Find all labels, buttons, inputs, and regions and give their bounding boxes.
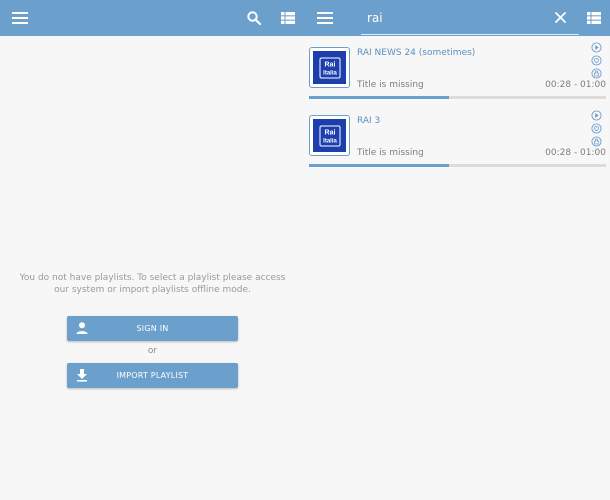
channel-list-item[interactable]: Rai Italia RAI NEWS 24 (sometimes) Title… [305, 37, 610, 101]
playlist-pane: You do not have playlists. To select a p… [0, 0, 305, 500]
search-icon [247, 11, 261, 25]
menu-icon [12, 12, 28, 24]
svg-text:Rai: Rai [324, 129, 335, 136]
import-playlist-label: IMPORT PLAYLIST [116, 371, 189, 380]
channel-logo: Rai Italia [309, 115, 350, 156]
top-app-bar [0, 0, 305, 36]
play-icon[interactable] [591, 110, 602, 121]
search-app-bar [305, 0, 610, 36]
channel-list-item[interactable]: Rai Italia RAI 3 Title is missing 00:28 … [305, 105, 610, 169]
progress-bar [309, 96, 606, 99]
view-list-icon [281, 12, 295, 24]
program-time: 00:28 - 01:00 [545, 148, 606, 158]
svg-text:Rai: Rai [324, 61, 335, 68]
view-list-button[interactable] [576, 0, 610, 36]
progress-fill [309, 96, 449, 99]
download-icon [77, 369, 87, 382]
import-playlist-button[interactable]: IMPORT PLAYLIST [67, 363, 238, 388]
search-input[interactable] [367, 9, 537, 27]
or-separator: or [147, 346, 158, 356]
close-icon [554, 12, 566, 23]
channel-name: RAI NEWS 24 (sometimes) [357, 48, 476, 58]
lock-icon[interactable] [591, 136, 602, 147]
play-icon[interactable] [591, 42, 602, 53]
progress-bar [309, 164, 606, 167]
clear-search-button[interactable] [545, 0, 575, 35]
search-field [361, 0, 579, 35]
sign-in-label: SIGN IN [136, 324, 169, 333]
lock-icon[interactable] [591, 68, 602, 79]
svg-text:Italia: Italia [323, 70, 337, 76]
view-list-icon [587, 12, 601, 24]
progress-fill [309, 164, 449, 167]
search-pane: Rai Italia RAI NEWS 24 (sometimes) Title… [305, 0, 610, 500]
empty-playlists-message: You do not have playlists. To select a p… [19, 273, 286, 295]
menu-button[interactable] [307, 0, 343, 36]
rai-logo-icon: Rai Italia [319, 57, 340, 78]
heart-icon[interactable] [591, 123, 602, 134]
channel-logo: Rai Italia [309, 47, 350, 88]
sign-in-button[interactable]: SIGN IN [67, 316, 238, 341]
program-title: Title is missing [357, 80, 424, 90]
view-list-button[interactable] [270, 0, 306, 36]
person-icon [76, 322, 88, 334]
menu-icon [317, 12, 333, 24]
rai-logo-icon: Rai Italia [319, 125, 340, 146]
channel-name: RAI 3 [357, 116, 381, 126]
program-title: Title is missing [357, 148, 424, 158]
program-time: 00:28 - 01:00 [545, 80, 606, 90]
search-button[interactable] [236, 0, 272, 36]
svg-text:Italia: Italia [323, 138, 337, 144]
heart-icon[interactable] [591, 55, 602, 66]
menu-button[interactable] [2, 0, 38, 36]
app-root: You do not have playlists. To select a p… [0, 0, 610, 500]
